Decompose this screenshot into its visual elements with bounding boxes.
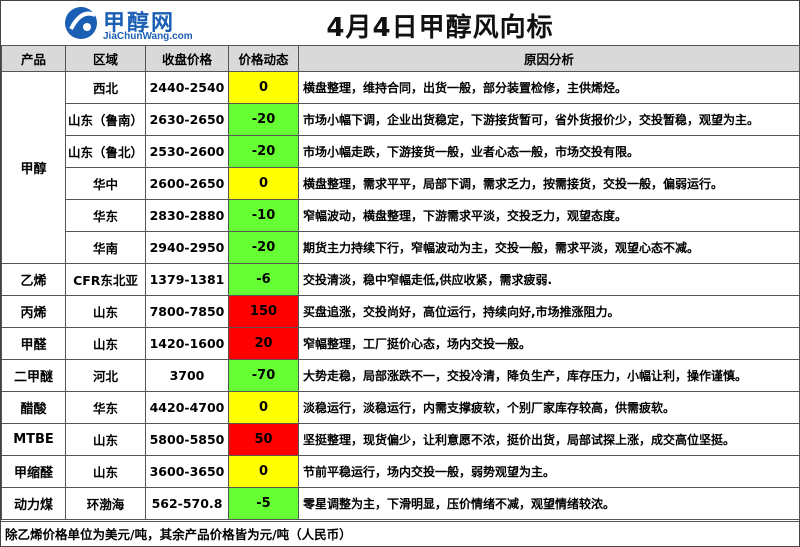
cell-product: 甲缩醛 <box>1 455 66 488</box>
cell-change: 0 <box>228 455 299 488</box>
table-header-row: 产品 区域 收盘价格 价格动态 原因分析 <box>1 45 800 72</box>
cell-reason: 淡稳运行，淡稳运行，内需支撑疲软，个别厂家库存较高，供需疲软。 <box>298 391 800 424</box>
cell-change: -10 <box>228 199 299 232</box>
header: 甲醇网 JiaChunWang.com 4月4日甲醇风向标 <box>1 1 799 45</box>
cell-price: 7800-7850 <box>145 295 229 328</box>
cell-region: 华南 <box>65 231 146 264</box>
footer-note: 除乙烯价格单位为美元/吨，其余产品价格皆为元/吨（人民币） <box>1 521 799 546</box>
cell-change: 0 <box>228 391 299 424</box>
cell-price: 2440-2540 <box>145 71 229 104</box>
cell-reason: 横盘整理，维持合同，出货一般，部分装置检修，主供烯烃。 <box>298 71 800 104</box>
cell-reason: 坚挺整理，现货偏少，让利意愿不浓，挺价出货，局部试探上涨，成交高位坚挺。 <box>298 423 800 456</box>
cell-reason: 零星调整为主，下滑明显，压价情绪不减，观望情绪较浓。 <box>298 487 800 520</box>
table-row: 醋酸 华东 4420-4700 0 淡稳运行，淡稳运行，内需支撑疲软，个别厂家库存较高，… <box>1 391 800 424</box>
cell-region: 山东（鲁南） <box>65 103 146 136</box>
col-header-change: 价格动态 <box>228 45 299 72</box>
cell-region: 华东 <box>65 391 146 424</box>
cell-region: 山东 <box>65 423 146 456</box>
cell-price: 3700 <box>145 359 229 392</box>
cell-change: -20 <box>228 135 299 168</box>
cell-region: 华东 <box>65 199 146 232</box>
cell-product: MTBE <box>1 423 66 456</box>
cell-reason: 横盘整理，需求平平，局部下调，需求乏力，按需接货，交投一般，偏弱运行。 <box>298 167 800 200</box>
table-row: 乙烯 CFR东北亚 1379-1381 -6 交投清淡，稳中窄幅走低,供应收紧，需求疲弱… <box>1 263 800 296</box>
cell-price: 562-570.8 <box>145 487 229 520</box>
cell-change: -70 <box>228 359 299 392</box>
page: 甲醇网 JiaChunWang.com 4月4日甲醇风向标 产品 区域 收盘价格… <box>0 0 800 547</box>
cell-price: 1379-1381 <box>145 263 229 296</box>
cell-reason: 节前平稳运行，场内交投一般，弱势观望为主。 <box>298 455 800 488</box>
col-header-region: 区域 <box>65 45 146 72</box>
cell-change: 20 <box>228 327 299 360</box>
table-row: 二甲醚 河北 3700 -70 大势走稳，局部涨跌不一，交投冷清，降负生产，库存压力，小… <box>1 359 800 392</box>
page-title: 4月4日甲醇风向标 <box>1 7 799 44</box>
table-row: MTBE 山东 5800-5850 50 坚挺整理，现货偏少，让利意愿不浓，挺价出货，局… <box>1 423 800 456</box>
table-row: 甲缩醛 山东 3600-3650 0 节前平稳运行，场内交投一般，弱势观望为主。 <box>1 455 800 488</box>
table-row: 山东（鲁北） 2530-2600 -20 市场小幅走跌，下游接货一般，业者心态一般，市… <box>2 135 800 168</box>
cell-reason: 买盘追涨，交投尚好，高位运行，持续向好,市场推涨阻力。 <box>298 295 800 328</box>
table-row: 华南 2940-2950 -20 期货主力持续下行，窄幅波动为主，交投一般，需求平淡，… <box>2 231 800 264</box>
cell-price: 3600-3650 <box>145 455 229 488</box>
cell-change: 0 <box>228 71 299 104</box>
cell-region: CFR东北亚 <box>65 263 146 296</box>
cell-change: 0 <box>228 167 299 200</box>
cell-reason: 大势走稳，局部涨跌不一，交投冷清，降负生产，库存压力，小幅让利，操作谨慎。 <box>298 359 800 392</box>
cell-product: 甲醇 <box>1 71 66 264</box>
table-body: 甲醇 西北 2440-2540 0 横盘整理，维持合同，出货一般，部分装置检修，主供烯烃… <box>1 71 800 520</box>
cell-change: -20 <box>228 231 299 264</box>
cell-price: 2940-2950 <box>145 231 229 264</box>
table-row: 丙烯 山东 7800-7850 150 买盘追涨，交投尚好，高位运行，持续向好,市场推涨… <box>1 295 800 328</box>
cell-price: 2600-2650 <box>145 167 229 200</box>
cell-product: 二甲醚 <box>1 359 66 392</box>
cell-product: 甲醛 <box>1 327 66 360</box>
col-header-price: 收盘价格 <box>145 45 229 72</box>
cell-price: 5800-5850 <box>145 423 229 456</box>
data-table: 产品 区域 收盘价格 价格动态 原因分析 甲醇 西北 2440-2540 0 横盘整理，… <box>1 45 800 520</box>
page-title-text: 4月4日甲醇风向标 <box>326 13 554 43</box>
cell-price: 2830-2880 <box>145 199 229 232</box>
cell-price: 4420-4700 <box>145 391 229 424</box>
table-row: 华中 2600-2650 0 横盘整理，需求平平，局部下调，需求乏力，按需接货，交投一… <box>2 167 800 200</box>
table-row: 甲醇 西北 2440-2540 0 横盘整理，维持合同，出货一般，部分装置检修，主供烯烃… <box>1 71 800 264</box>
cell-region: 环渤海 <box>65 487 146 520</box>
table-row: 甲醛 山东 1420-1600 20 窄幅整理，工厂挺价心态，场内交投一般。 <box>1 327 800 360</box>
cell-change: 50 <box>228 423 299 456</box>
cell-region: 河北 <box>65 359 146 392</box>
table-row: 动力煤 环渤海 562-570.8 -5 零星调整为主，下滑明显，压价情绪不减，观望情绪… <box>1 487 800 520</box>
col-header-product: 产品 <box>1 45 66 72</box>
cell-change: -6 <box>228 263 299 296</box>
cell-product: 醋酸 <box>1 391 66 424</box>
cell-reason: 期货主力持续下行，窄幅波动为主，交投一般，需求平淡，观望心态不减。 <box>298 231 800 264</box>
cell-reason: 市场小幅下调，企业出货稳定，下游接货暂可，省外货报价少，交投暂稳，观望为主。 <box>298 103 800 136</box>
cell-change: -5 <box>228 487 299 520</box>
cell-change: -20 <box>228 103 299 136</box>
cell-price: 2530-2600 <box>145 135 229 168</box>
cell-product: 乙烯 <box>1 263 66 296</box>
cell-region: 山东（鲁北） <box>65 135 146 168</box>
cell-price: 1420-1600 <box>145 327 229 360</box>
cell-price: 2630-2650 <box>145 103 229 136</box>
cell-region: 山东 <box>65 295 146 328</box>
cell-product: 动力煤 <box>1 487 66 520</box>
col-header-reason: 原因分析 <box>298 45 800 72</box>
cell-region: 西北 <box>65 71 146 104</box>
cell-region: 华中 <box>65 167 146 200</box>
cell-reason: 窄幅整理，工厂挺价心态，场内交投一般。 <box>298 327 800 360</box>
table-row: 华东 2830-2880 -10 窄幅波动，横盘整理，下游需求平淡，交投乏力，观望态度… <box>2 199 800 232</box>
cell-change: 150 <box>228 295 299 328</box>
cell-region: 山东 <box>65 455 146 488</box>
cell-reason: 窄幅波动，横盘整理，下游需求平淡，交投乏力，观望态度。 <box>298 199 800 232</box>
cell-reason: 市场小幅走跌，下游接货一般，业者心态一般，市场交投有限。 <box>298 135 800 168</box>
cell-reason: 交投清淡，稳中窄幅走低,供应收紧，需求疲弱. <box>298 263 800 296</box>
cell-region: 山东 <box>65 327 146 360</box>
table-row: 山东（鲁南） 2630-2650 -20 市场小幅下调，企业出货稳定，下游接货暂可，省… <box>2 103 800 136</box>
cell-product: 丙烯 <box>1 295 66 328</box>
